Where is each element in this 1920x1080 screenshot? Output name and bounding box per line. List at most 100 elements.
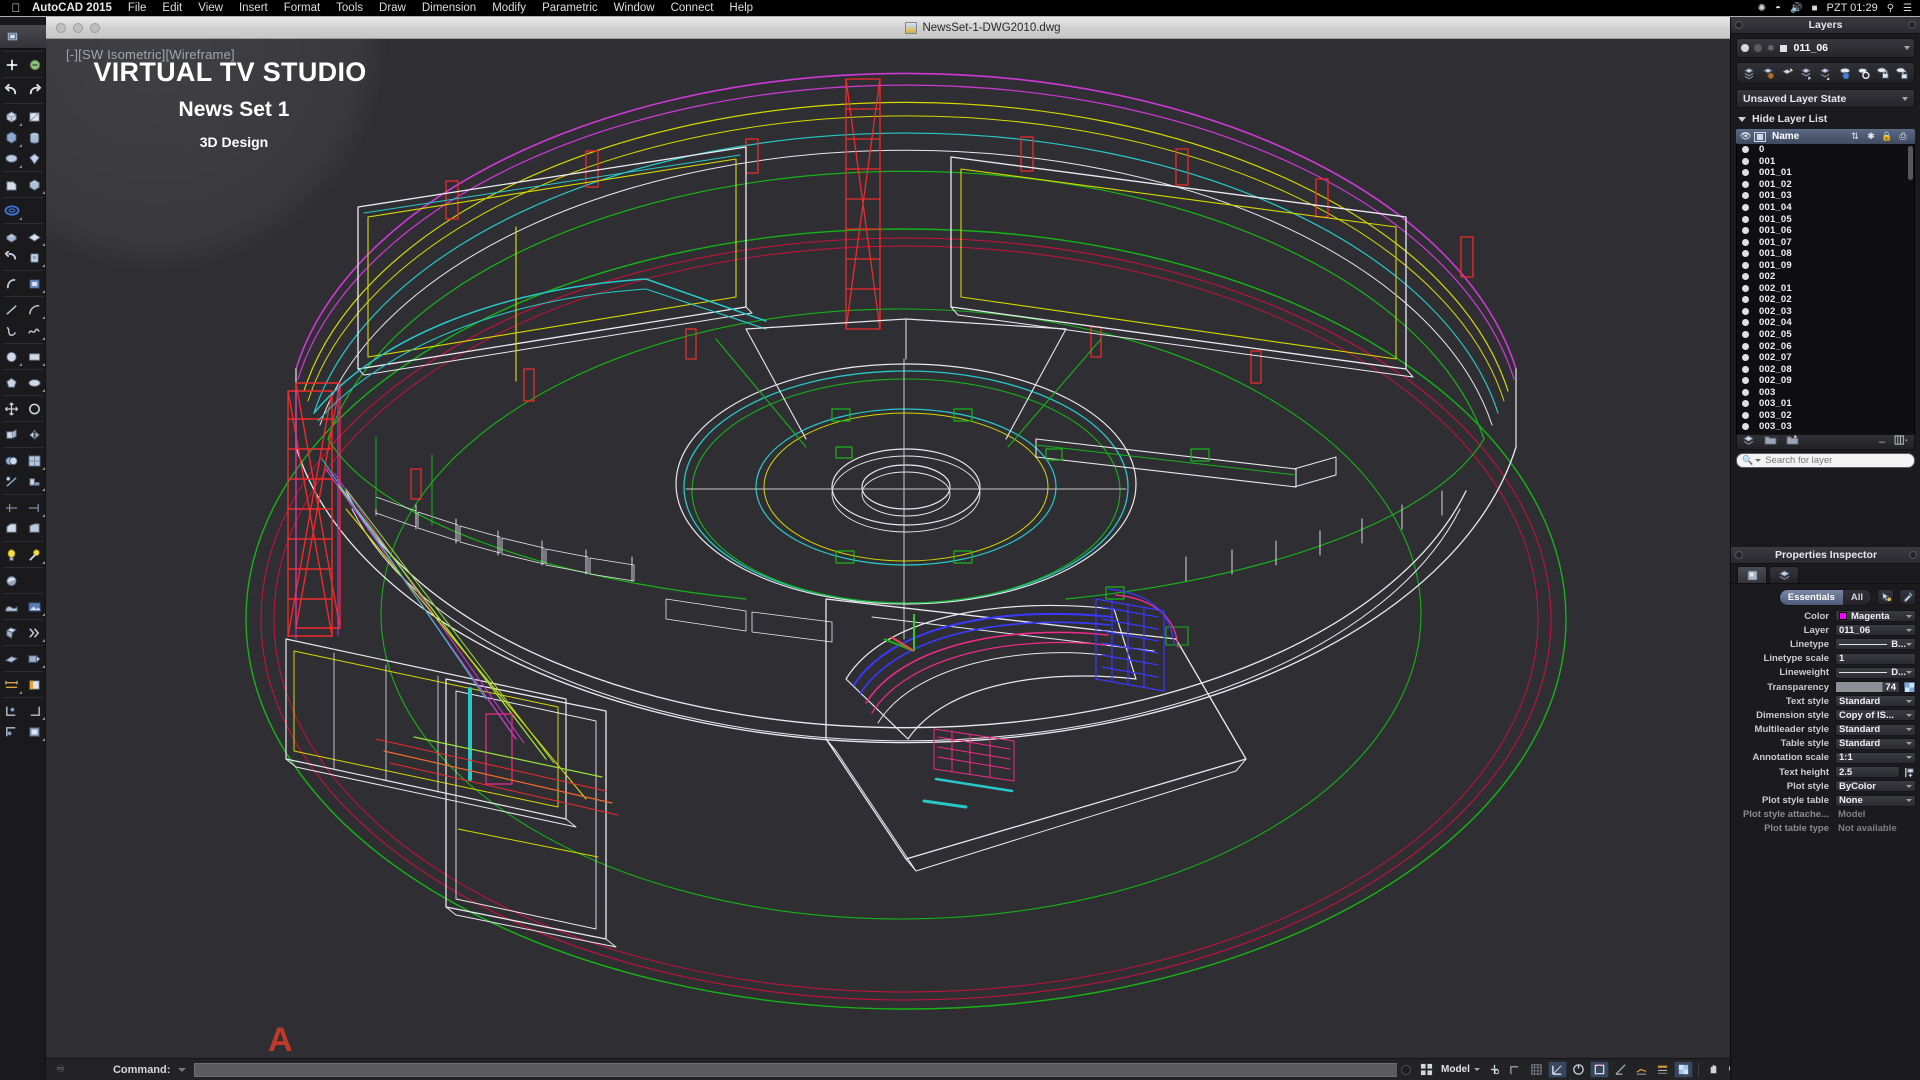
layer-row[interactable]: 002_08 — [1737, 363, 1914, 375]
menubar-app-name[interactable]: AutoCAD 2015 — [32, 2, 112, 14]
intersect-icon[interactable] — [0, 471, 23, 492]
layer-visibility-icon[interactable] — [1742, 261, 1749, 269]
ellipse-icon[interactable] — [23, 372, 46, 393]
layer-row[interactable]: 003 — [1737, 386, 1914, 398]
layer-states-icon[interactable] — [1742, 433, 1755, 451]
layer-row[interactable]: 001_09 — [1737, 259, 1914, 271]
menu-help[interactable]: Help — [729, 2, 753, 14]
layer-isolate-icon[interactable] — [1856, 65, 1872, 81]
menu-draw[interactable]: Draw — [379, 2, 406, 14]
search-input[interactable] — [1765, 455, 1909, 466]
transparency-slider[interactable]: 74 — [1835, 681, 1900, 694]
torus-icon[interactable] — [0, 200, 23, 221]
layer-visibility-icon[interactable] — [1742, 331, 1749, 339]
cylinder-icon[interactable] — [23, 127, 46, 148]
move-icon[interactable] — [0, 398, 23, 419]
union-icon[interactable] — [0, 450, 23, 471]
camera-icon[interactable] — [23, 596, 46, 617]
ortho-mode-icon[interactable] — [1527, 1061, 1546, 1078]
layer-visibility-icon[interactable] — [1742, 180, 1749, 188]
viewport-icon[interactable] — [0, 700, 23, 721]
layer-visibility-icon[interactable] — [1742, 273, 1749, 281]
layer-row[interactable]: 002_07 — [1737, 352, 1914, 364]
menu-file[interactable]: File — [128, 2, 147, 14]
layer-row[interactable]: 003_02 — [1737, 410, 1914, 422]
polyline-icon[interactable] — [23, 320, 46, 341]
cone-icon[interactable] — [0, 127, 23, 148]
layer-list[interactable]: 0 001 001_01 001_02 001_03 001_04 001_05 001_06… — [1736, 144, 1915, 434]
material-icon[interactable] — [0, 570, 23, 591]
menu-modify[interactable]: Modify — [492, 2, 526, 14]
motion-path-icon[interactable] — [23, 622, 46, 643]
make-current-icon[interactable] — [1798, 65, 1814, 81]
bluetooth-icon[interactable]: ✺ — [1758, 3, 1766, 14]
menu-connect[interactable]: Connect — [671, 2, 714, 14]
eye-icon[interactable]: 👁 — [1740, 131, 1754, 142]
property-value-field[interactable]: Magenta — [1835, 610, 1916, 623]
chevron-down-icon[interactable] — [1906, 699, 1912, 703]
new-group-filter-icon[interactable] — [1764, 433, 1777, 451]
arc-icon[interactable] — [23, 299, 46, 320]
layer-on-icon[interactable] — [1741, 44, 1749, 52]
menubar-clock[interactable]: PZT 01:29 — [1827, 2, 1878, 14]
zoom-button[interactable] — [90, 23, 100, 33]
settings-icon[interactable] — [1894, 433, 1909, 451]
layer-row[interactable]: 002_02 — [1737, 294, 1914, 306]
multiline-text-icon[interactable] — [23, 54, 46, 75]
layer-color-swatch[interactable] — [1779, 44, 1787, 52]
layer-visibility-icon[interactable] — [1742, 204, 1749, 211]
layer-row[interactable]: 001_05 — [1737, 213, 1914, 225]
object-properties-tab[interactable] — [1737, 566, 1767, 583]
menu-dimension[interactable]: Dimension — [422, 2, 476, 14]
window-controls[interactable] — [56, 23, 100, 33]
chevron-down-icon[interactable] — [1904, 46, 1910, 50]
chevron-down-icon[interactable] — [1906, 671, 1912, 675]
layer-list-scrollbar[interactable] — [1908, 146, 1913, 180]
layout-icon[interactable] — [23, 700, 46, 721]
sphere-icon[interactable] — [0, 148, 23, 169]
freeze-icon[interactable] — [1754, 131, 1766, 142]
pan-icon[interactable] — [1704, 1061, 1723, 1078]
render-icon[interactable] — [0, 596, 23, 617]
current-layer-control[interactable]: ✱ 011_06 — [1736, 38, 1915, 58]
sweep-icon[interactable] — [23, 247, 46, 268]
chevron-down-icon[interactable] — [1906, 713, 1912, 717]
layer-row[interactable]: 003_03 — [1737, 421, 1914, 433]
property-value-field[interactable]: Standard — [1835, 723, 1916, 736]
volume-icon[interactable]: 🔊 — [1790, 3, 1802, 14]
chevron-down-icon[interactable] — [1906, 728, 1912, 732]
polygon-icon[interactable] — [0, 372, 23, 393]
grid-mode-icon[interactable] — [1506, 1061, 1525, 1078]
search-icon[interactable]: ⚲ — [1887, 3, 1894, 14]
visual-style-icon[interactable] — [0, 622, 23, 643]
chevron-down-icon[interactable] — [1906, 614, 1912, 618]
new-layer-vp-frozen-icon[interactable] — [1760, 65, 1776, 81]
chevron-down-icon[interactable] — [178, 1067, 187, 1072]
layer-row[interactable]: 002_04 — [1737, 317, 1914, 329]
chevron-down-icon[interactable] — [1906, 756, 1912, 760]
menu-view[interactable]: View — [198, 2, 223, 14]
layer-visibility-icon[interactable] — [1742, 227, 1749, 235]
layer-row[interactable]: 001 — [1737, 156, 1914, 168]
apple-logo-icon[interactable]:  — [0, 1, 32, 15]
layer-visibility-icon[interactable] — [1742, 354, 1749, 362]
disclosure-triangle-icon[interactable] — [1738, 116, 1746, 122]
property-value-field[interactable]: Copy of IS... — [1835, 709, 1916, 722]
grid-display-icon[interactable] — [1417, 1061, 1436, 1078]
object-snap-icon[interactable] — [1569, 1061, 1588, 1078]
layer-visibility-icon[interactable] — [1742, 215, 1749, 223]
new-property-filter-icon[interactable] — [1786, 433, 1799, 451]
menu-window[interactable]: Window — [614, 2, 655, 14]
light-icon[interactable] — [0, 544, 23, 565]
layer-visibility-icon[interactable] — [1742, 388, 1749, 396]
layer-visibility-icon[interactable] — [1742, 157, 1749, 165]
revolve-icon[interactable] — [0, 247, 23, 268]
chevron-down-icon[interactable] — [1755, 459, 1762, 462]
chevron-down-icon[interactable] — [1906, 628, 1912, 632]
offset-icon[interactable] — [23, 518, 46, 539]
layer-search-field[interactable]: 🔍 — [1736, 453, 1915, 468]
menu-parametric[interactable]: Parametric — [542, 2, 598, 14]
lock-icon[interactable]: 🔒 — [1879, 131, 1895, 142]
layer-state-dropdown[interactable]: Unsaved Layer State — [1736, 89, 1915, 108]
close-button[interactable] — [56, 23, 66, 33]
